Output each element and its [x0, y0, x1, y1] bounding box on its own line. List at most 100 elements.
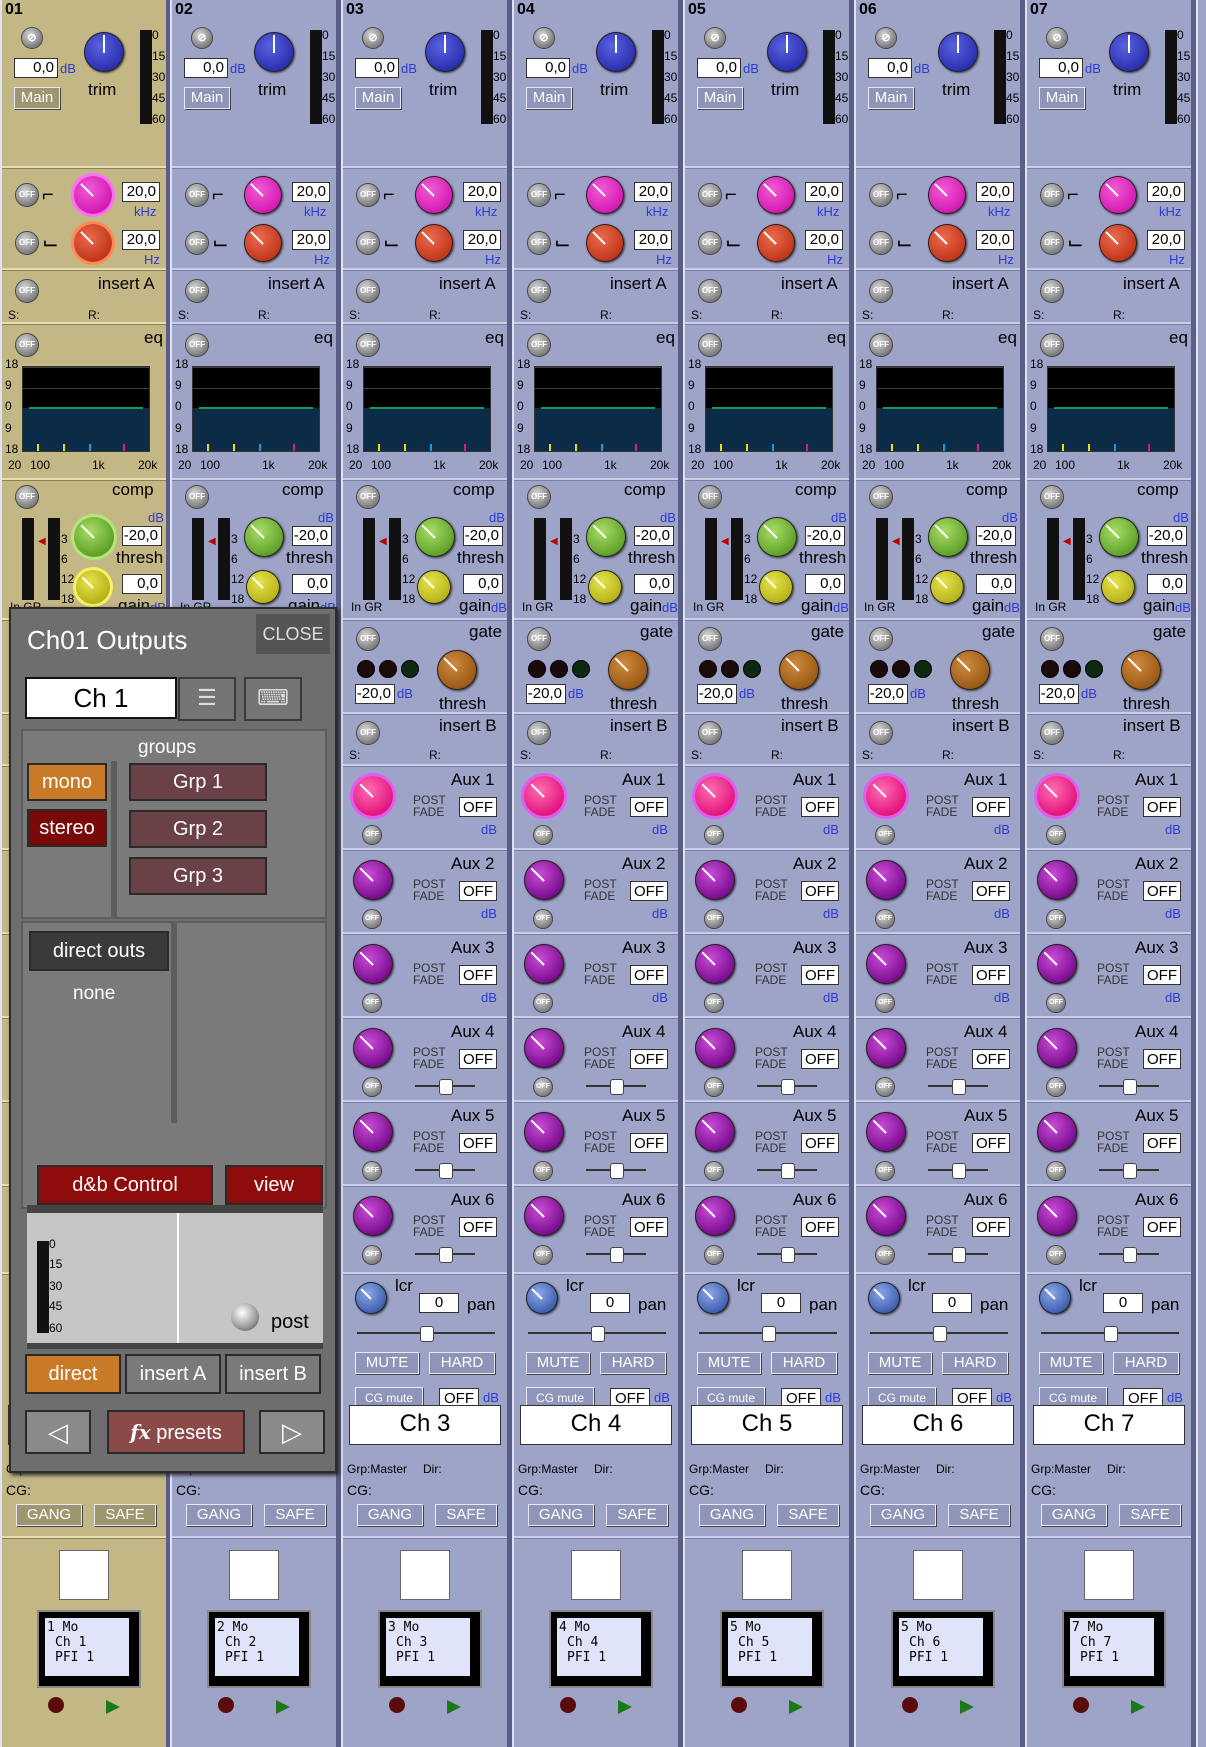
comp-gain-field[interactable]: 0,0 — [976, 574, 1016, 594]
aux-value-field[interactable]: OFF — [801, 1049, 839, 1069]
lcr-knob[interactable] — [697, 1282, 729, 1314]
list-view-button[interactable]: ☰ — [178, 677, 236, 721]
select-button[interactable] — [1084, 1550, 1134, 1600]
eq-graph[interactable] — [363, 366, 491, 452]
aux-send-knob[interactable] — [866, 860, 906, 900]
aux-pan-handle[interactable] — [439, 1163, 453, 1179]
aux-send-knob[interactable] — [866, 1196, 906, 1236]
aux-value-field[interactable]: OFF — [459, 1049, 497, 1069]
aux-pan-slider[interactable] — [928, 1079, 988, 1095]
eq-toggle[interactable]: OFF — [870, 334, 892, 356]
trim-value-field[interactable]: 0,0 — [1039, 58, 1083, 78]
play-icon[interactable] — [106, 1700, 120, 1714]
aux-send-knob[interactable] — [695, 860, 735, 900]
aux-value-field[interactable]: OFF — [972, 881, 1010, 901]
aux-pan-handle[interactable] — [610, 1079, 624, 1095]
lpf-knob[interactable] — [928, 224, 966, 262]
comp-thresh-field[interactable]: -20,0 — [805, 526, 845, 546]
aux-send-knob[interactable] — [866, 1112, 906, 1152]
aux-send-knob[interactable] — [695, 1028, 735, 1068]
mono-button[interactable]: mono — [27, 763, 107, 801]
comp-toggle[interactable]: OFF — [1041, 486, 1063, 508]
comp-thresh-field[interactable]: -20,0 — [634, 526, 674, 546]
view-button[interactable]: view — [225, 1165, 323, 1205]
lpf-value-field[interactable]: 20,0 — [976, 230, 1014, 250]
hard-button[interactable]: HARD — [942, 1352, 1008, 1374]
aux-value-field[interactable]: OFF — [459, 965, 497, 985]
aux-pan-handle[interactable] — [1123, 1163, 1137, 1179]
phase-toggle[interactable]: ⊘ — [363, 28, 383, 48]
channel-name-box[interactable]: Ch 6 — [862, 1405, 1014, 1445]
trim-value-field[interactable]: 0,0 — [355, 58, 399, 78]
eq-graph[interactable] — [192, 366, 320, 452]
gate-thresh-knob[interactable] — [608, 650, 648, 690]
aux-send-knob[interactable] — [524, 944, 564, 984]
mute-button[interactable]: MUTE — [868, 1352, 932, 1374]
trim-knob[interactable] — [596, 32, 636, 72]
trim-value-field[interactable]: 0,0 — [184, 58, 228, 78]
record-icon[interactable] — [389, 1697, 405, 1713]
gate-toggle[interactable]: OFF — [699, 628, 721, 650]
safe-button[interactable]: SAFE — [1119, 1504, 1181, 1526]
hpf-value-field[interactable]: 20,0 — [805, 182, 843, 202]
aux-send-knob[interactable] — [353, 1112, 393, 1152]
hard-button[interactable]: HARD — [771, 1352, 837, 1374]
lpf-knob[interactable] — [244, 224, 282, 262]
lpf-value-field[interactable]: 20,0 — [122, 230, 160, 250]
record-icon[interactable] — [48, 1697, 64, 1713]
comp-gain-knob[interactable] — [1101, 570, 1135, 604]
safe-button[interactable]: SAFE — [264, 1504, 326, 1526]
aux-send-knob[interactable] — [1037, 776, 1077, 816]
safe-button[interactable]: SAFE — [948, 1504, 1010, 1526]
hard-button[interactable]: HARD — [1113, 1352, 1179, 1374]
comp-gain-field[interactable]: 0,0 — [634, 574, 674, 594]
comp-gain-field[interactable]: 0,0 — [292, 574, 332, 594]
mute-button[interactable]: MUTE — [1039, 1352, 1103, 1374]
tab-direct[interactable]: direct — [25, 1354, 121, 1394]
hpf-off-toggle[interactable]: OFF — [186, 184, 208, 206]
hpf-knob[interactable] — [586, 176, 624, 214]
aux-value-field[interactable]: OFF — [630, 1049, 668, 1069]
trim-knob[interactable] — [1109, 32, 1149, 72]
hpf-value-field[interactable]: 20,0 — [1147, 182, 1185, 202]
aux-send-knob[interactable] — [524, 1196, 564, 1236]
pan-value-field[interactable]: 0 — [419, 1293, 459, 1313]
comp-toggle[interactable]: OFF — [16, 486, 38, 508]
aux-pan-handle[interactable] — [952, 1079, 966, 1095]
lcr-knob[interactable] — [526, 1282, 558, 1314]
pan-handle[interactable] — [762, 1326, 776, 1342]
pan-handle[interactable] — [591, 1326, 605, 1342]
aux-pan-slider[interactable] — [1099, 1079, 1159, 1095]
comp-thresh-field[interactable]: -20,0 — [463, 526, 503, 546]
hpf-knob[interactable] — [1099, 176, 1137, 214]
eq-toggle[interactable]: OFF — [16, 334, 38, 356]
aux-pan-slider[interactable] — [928, 1163, 988, 1179]
comp-toggle[interactable]: OFF — [357, 486, 379, 508]
trim-knob[interactable] — [425, 32, 465, 72]
pan-slider[interactable] — [357, 1326, 495, 1342]
comp-toggle[interactable]: OFF — [699, 486, 721, 508]
post-toggle[interactable] — [231, 1303, 259, 1331]
comp-gain-knob[interactable] — [930, 570, 964, 604]
gang-button[interactable]: GANG — [699, 1504, 765, 1526]
insert-a-toggle[interactable]: OFF — [870, 280, 892, 302]
aux-send-knob[interactable] — [353, 776, 393, 816]
mute-button[interactable]: MUTE — [526, 1352, 590, 1374]
hpf-knob[interactable] — [74, 176, 112, 214]
aux-pan-handle[interactable] — [1123, 1247, 1137, 1263]
lpf-value-field[interactable]: 20,0 — [634, 230, 672, 250]
aux-pan-handle[interactable] — [439, 1079, 453, 1095]
aux-pan-handle[interactable] — [952, 1247, 966, 1263]
aux-value-field[interactable]: OFF — [801, 881, 839, 901]
comp-thresh-knob[interactable] — [1099, 517, 1139, 557]
comp-toggle[interactable]: OFF — [528, 486, 550, 508]
aux-send-knob[interactable] — [866, 944, 906, 984]
aux-on-toggle[interactable]: OFF — [876, 1078, 894, 1096]
aux-on-toggle[interactable]: OFF — [876, 826, 894, 844]
comp-gain-knob[interactable] — [759, 570, 793, 604]
insert-b-toggle[interactable]: OFF — [357, 722, 379, 744]
aux-on-toggle[interactable]: OFF — [876, 910, 894, 928]
play-icon[interactable] — [960, 1700, 974, 1714]
aux-value-field[interactable]: OFF — [459, 881, 497, 901]
lpf-off-toggle[interactable]: OFF — [186, 232, 208, 254]
